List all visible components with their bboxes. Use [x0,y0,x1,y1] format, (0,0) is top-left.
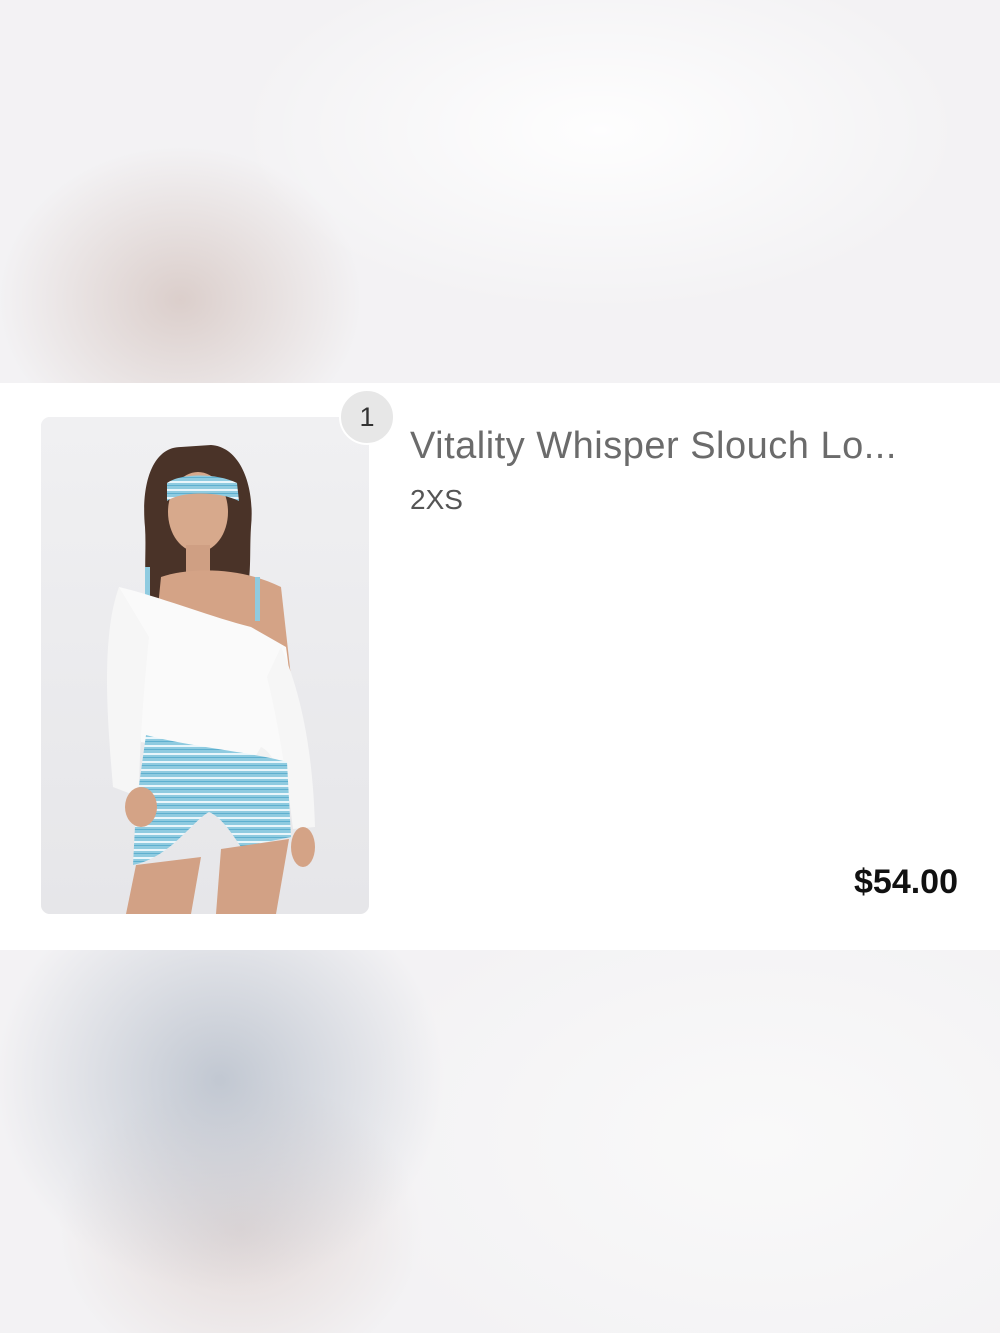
product-image[interactable] [41,417,369,914]
product-variant-size: 2XS [410,484,463,515]
quantity-badge: 1 [339,389,395,445]
product-title[interactable]: Vitality Whisper Slouch Lo... [410,425,970,468]
product-photo-illustration [41,417,369,914]
product-price: $54.00 [854,863,958,901]
cart-line-item[interactable]: 1 Vitality Whisper Slouch Lo... 2XS $54.… [0,383,1000,950]
